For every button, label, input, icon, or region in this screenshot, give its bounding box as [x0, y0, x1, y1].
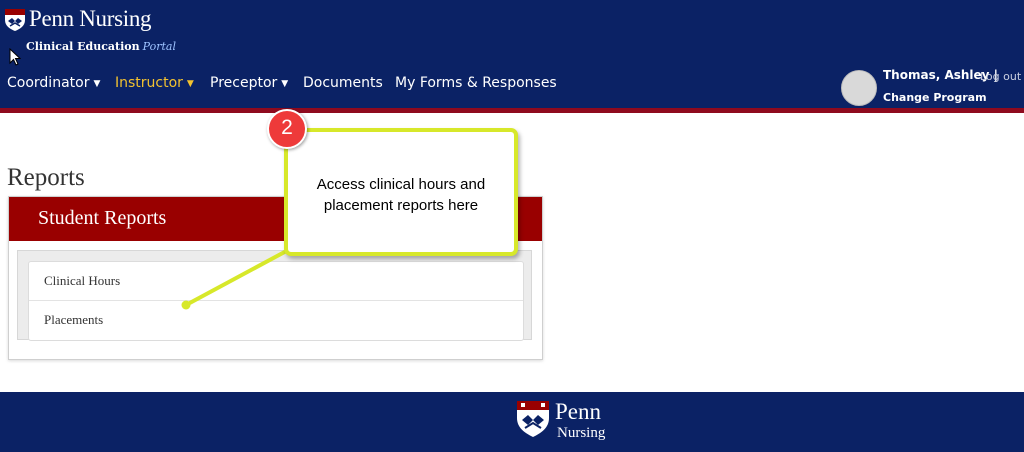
- report-item-label: Placements: [44, 312, 104, 327]
- footer-penn: Penn: [555, 399, 601, 424]
- nav-preceptor[interactable]: Preceptor ▼: [210, 75, 288, 91]
- avatar[interactable]: [841, 70, 877, 106]
- header-stripe: [0, 108, 1024, 113]
- nav-instructor[interactable]: Instructor ▼: [115, 75, 194, 91]
- caret-down-icon: ▼: [186, 79, 194, 89]
- step-number: 2: [281, 116, 293, 139]
- step-badge: 2: [267, 109, 307, 149]
- logout-link[interactable]: Log out: [980, 70, 1021, 83]
- report-item-label: Clinical Hours: [44, 273, 121, 288]
- report-list: Clinical Hours Placements: [28, 261, 524, 341]
- penn-shield-icon: [5, 9, 25, 31]
- penn-shield-icon: [517, 401, 549, 437]
- report-item-placements[interactable]: Placements: [29, 301, 523, 339]
- footer: Penn Nursing: [0, 392, 1024, 452]
- change-program-link[interactable]: Change Program: [883, 91, 987, 104]
- brand-subtitle-text: Clinical Education: [26, 40, 140, 53]
- top-header: Penn Nursing Clinical Education Portal Co…: [0, 0, 1024, 108]
- callout-text-line-1: Access clinical hours and: [316, 176, 486, 193]
- caret-down-icon: ▼: [281, 79, 289, 89]
- nav-coordinator[interactable]: Coordinator ▼: [7, 75, 100, 91]
- callout-text: Access clinical hours and placement repo…: [288, 174, 514, 216]
- panel-title: Student Reports: [38, 207, 167, 229]
- caret-down-icon: ▼: [93, 79, 101, 89]
- nav-coordinator-label: Coordinator: [7, 75, 90, 91]
- nav-instructor-label: Instructor: [115, 75, 183, 91]
- nav-preceptor-label: Preceptor: [210, 75, 278, 91]
- nav-my-forms-responses[interactable]: My Forms & Responses: [395, 75, 557, 91]
- mouse-pointer-icon: [9, 48, 21, 66]
- brand-title: Penn Nursing: [29, 6, 152, 31]
- panel-body: Clinical Hours Placements: [17, 250, 532, 341]
- nav-documents[interactable]: Documents: [303, 75, 383, 91]
- brand-portal-label: Portal: [142, 40, 176, 53]
- footer-nursing: Nursing: [557, 425, 606, 441]
- brand-subtitle: Clinical Education Portal: [26, 40, 176, 53]
- report-item-clinical-hours[interactable]: Clinical Hours: [29, 262, 523, 301]
- callout-text-line-2: placement reports here: [323, 197, 479, 214]
- page-title: Reports: [7, 163, 85, 191]
- callout-box: Access clinical hours and placement repo…: [284, 128, 518, 256]
